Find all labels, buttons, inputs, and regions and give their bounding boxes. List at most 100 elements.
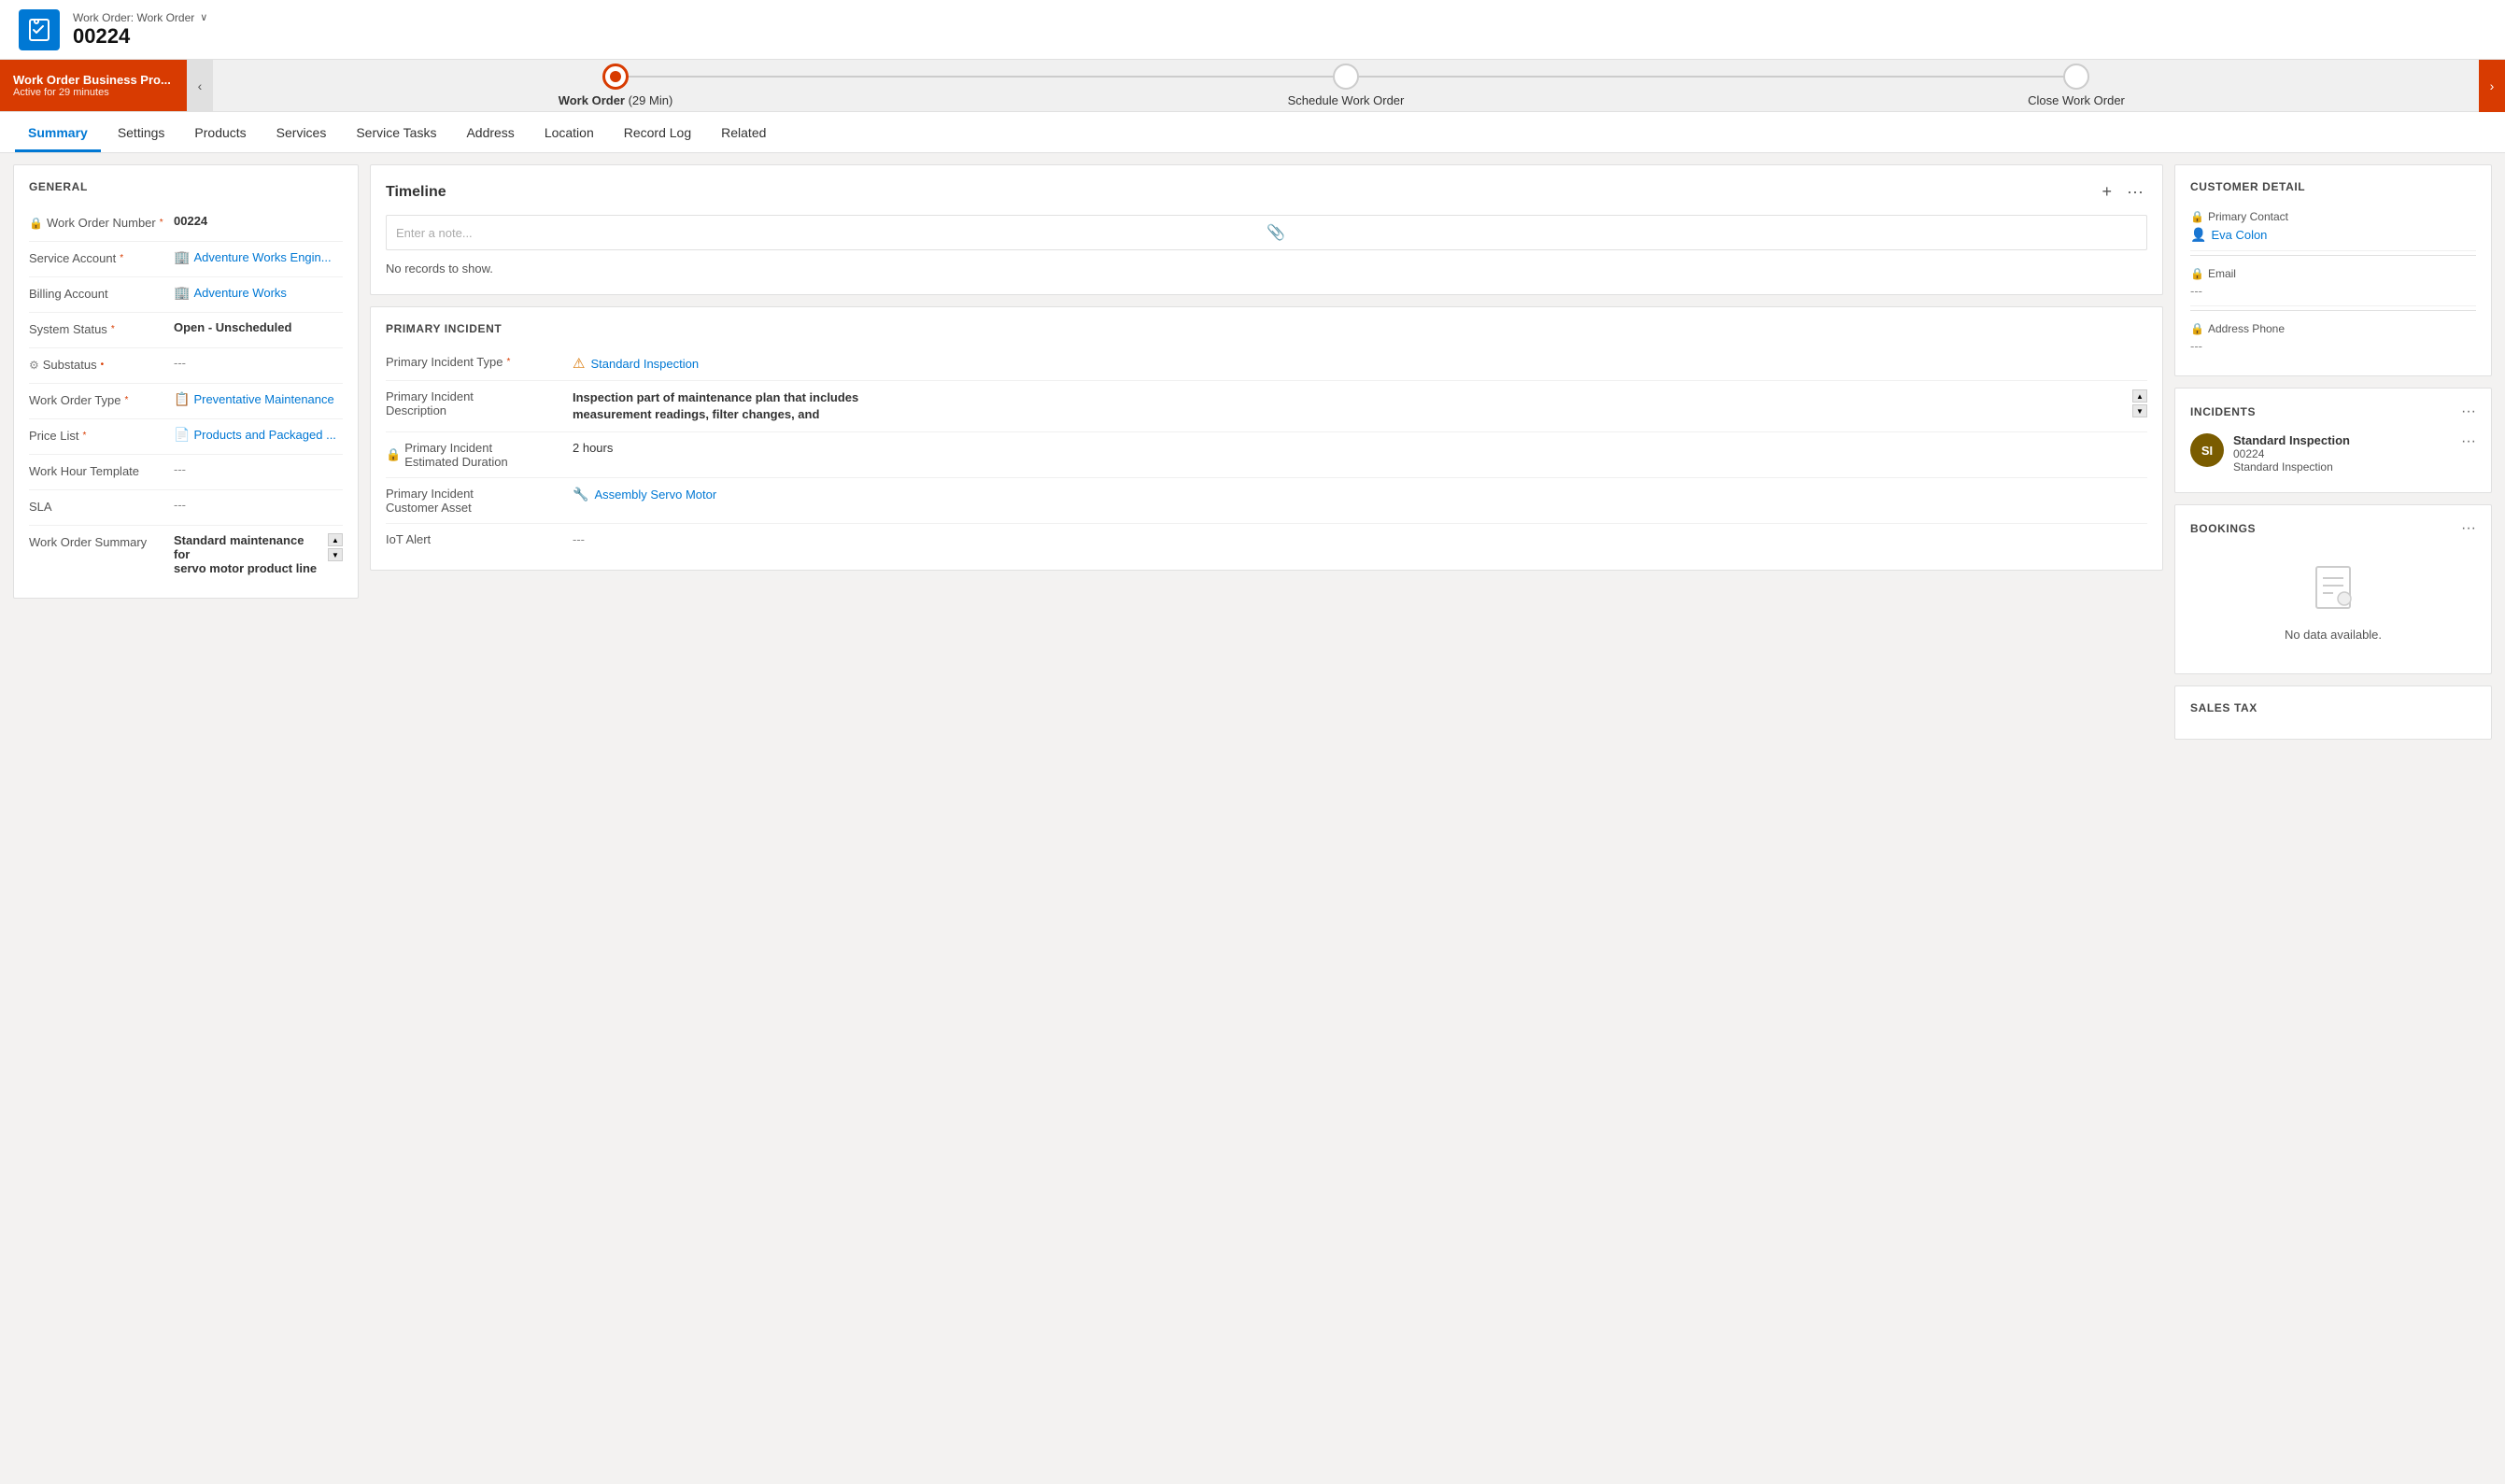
timeline-add-button[interactable]: + — [2099, 180, 2116, 204]
primary-incident-card: PRIMARY INCIDENT Primary Incident Type *… — [370, 306, 2163, 571]
incident-avatar-initials: SI — [2201, 444, 2213, 458]
timeline-input-placeholder: Enter a note... — [396, 226, 1267, 240]
summary-scroll-down[interactable]: ▼ — [328, 548, 343, 561]
step-dot-3 — [2063, 64, 2089, 90]
field-sla: SLA --- — [29, 490, 343, 526]
incident-row-type: Primary Incident Type * ⚠ Standard Inspe… — [386, 346, 2147, 381]
field-value-billing-account[interactable]: 🏢 Adventure Works — [174, 285, 343, 301]
header-title-area: Work Order: Work Order ∨ 00224 — [73, 11, 207, 49]
contact-icon: 👤 — [2190, 227, 2206, 243]
attach-icon: 📎 — [1267, 223, 2137, 242]
process-step-schedule[interactable]: Schedule Work Order — [981, 64, 1711, 107]
process-bar: Work Order Business Pro... Active for 29… — [0, 60, 2505, 112]
process-step-close[interactable]: Close Work Order — [1711, 64, 2441, 107]
field-label-substatus: ⚙ Substatus • — [29, 356, 174, 372]
customer-value-phone: --- — [2190, 339, 2476, 353]
customer-field-phone: 🔒 Address Phone --- — [2190, 315, 2476, 360]
field-work-order-number: 🔒 Work Order Number * 00224 — [29, 206, 343, 242]
customer-label-phone: 🔒 Address Phone — [2190, 322, 2476, 335]
field-value-work-order-type[interactable]: 📋 Preventative Maintenance — [174, 391, 343, 407]
bookings-card: BOOKINGS ··· No data available. — [2174, 504, 2492, 674]
field-value-work-order-summary: Standard maintenance forservo motor prod… — [174, 533, 320, 575]
service-account-icon: 🏢 — [174, 249, 190, 265]
incidents-more-button[interactable]: ··· — [2461, 403, 2476, 420]
billing-account-text: Adventure Works — [193, 286, 286, 300]
app-header: Work Order: Work Order ∨ 00224 — [0, 0, 2505, 60]
bookings-header: BOOKINGS ··· — [2190, 520, 2476, 537]
field-service-account: Service Account * 🏢 Adventure Works Engi… — [29, 242, 343, 277]
incident-item-info: Standard Inspection 00224 Standard Inspe… — [2233, 433, 2452, 473]
field-substatus: ⚙ Substatus • --- — [29, 348, 343, 384]
description-scroll-down[interactable]: ▼ — [2132, 404, 2147, 417]
field-work-order-summary: Work Order Summary Standard maintenance … — [29, 526, 343, 583]
header-chevron[interactable]: ∨ — [200, 11, 207, 23]
general-title: GENERAL — [29, 180, 343, 193]
tab-address[interactable]: Address — [453, 116, 527, 152]
incident-row-iot: IoT Alert --- — [386, 524, 2147, 555]
incidents-header: INCIDENTS ··· — [2190, 403, 2476, 420]
summary-scroll-buttons: ▲ ▼ — [328, 533, 343, 561]
field-value-price-list[interactable]: 📄 Products and Packaged ... — [174, 427, 343, 443]
timeline-actions: + ··· — [2099, 180, 2148, 204]
incident-item-more-button[interactable]: ··· — [2461, 433, 2476, 450]
process-steps: Work Order (29 Min) Schedule Work Order … — [213, 64, 2479, 107]
sales-tax-card: SALES TAX — [2174, 685, 2492, 740]
field-value-work-order-number: 00224 — [174, 214, 343, 228]
general-panel: GENERAL 🔒 Work Order Number * 00224 Serv… — [13, 164, 359, 599]
main-content: GENERAL 🔒 Work Order Number * 00224 Serv… — [0, 153, 2505, 751]
customer-divider-1 — [2190, 255, 2476, 256]
price-list-icon: 📄 — [174, 427, 190, 443]
warning-icon: ⚠ — [573, 355, 585, 372]
step-label-area-1: Work Order (29 Min) — [559, 93, 673, 107]
tab-products[interactable]: Products — [181, 116, 259, 152]
tab-record-log[interactable]: Record Log — [611, 116, 704, 152]
summary-scroll-up[interactable]: ▲ — [328, 533, 343, 546]
field-label-billing-account: Billing Account — [29, 285, 174, 301]
work-order-type-text: Preventative Maintenance — [193, 392, 333, 406]
incident-value-asset[interactable]: 🔧 Assembly Servo Motor — [573, 487, 2147, 502]
timeline-more-button[interactable]: ··· — [2123, 180, 2147, 204]
tab-summary[interactable]: Summary — [15, 116, 101, 152]
step-label-1: Work Order (29 Min) — [559, 93, 673, 107]
step-dot-2 — [1333, 64, 1359, 90]
field-value-service-account[interactable]: 🏢 Adventure Works Engin... — [174, 249, 343, 265]
field-work-order-type: Work Order Type * 📋 Preventative Mainten… — [29, 384, 343, 419]
lock-icon-phone: 🔒 — [2190, 322, 2204, 335]
customer-value-contact[interactable]: 👤 Eva Colon — [2190, 227, 2476, 243]
app-icon — [19, 9, 60, 50]
field-value-sla: --- — [174, 498, 343, 512]
tab-location[interactable]: Location — [531, 116, 607, 152]
incident-row-asset: Primary IncidentCustomer Asset 🔧 Assembl… — [386, 478, 2147, 524]
timeline-empty-text: No records to show. — [386, 258, 2147, 279]
incident-value-duration: 2 hours — [573, 441, 2147, 455]
process-stage-active[interactable]: Work Order Business Pro... Active for 29… — [0, 60, 187, 111]
process-step-work-order[interactable]: Work Order (29 Min) — [250, 64, 981, 107]
no-data-icon — [2311, 563, 2356, 620]
process-title: Work Order Business Pro... — [13, 73, 174, 87]
incident-label-asset: Primary IncidentCustomer Asset — [386, 487, 573, 515]
field-label-work-order-summary: Work Order Summary — [29, 533, 174, 549]
price-list-text: Products and Packaged ... — [193, 428, 335, 442]
timeline-input-area[interactable]: Enter a note... 📎 — [386, 215, 2147, 250]
process-nav-left[interactable]: ‹ — [187, 60, 213, 112]
middle-panel: Timeline + ··· Enter a note... 📎 No reco… — [370, 164, 2163, 571]
tab-settings[interactable]: Settings — [105, 116, 178, 152]
timeline-card: Timeline + ··· Enter a note... 📎 No reco… — [370, 164, 2163, 295]
incident-item-number: 00224 — [2233, 447, 2452, 460]
field-billing-account: Billing Account 🏢 Adventure Works — [29, 277, 343, 313]
field-value-substatus: --- — [174, 356, 343, 370]
tab-services[interactable]: Services — [263, 116, 340, 152]
field-value-system-status: Open - Unscheduled — [174, 320, 343, 334]
customer-label-email: 🔒 Email — [2190, 267, 2476, 280]
process-nav-right[interactable]: › — [2479, 60, 2505, 112]
tab-service-tasks[interactable]: Service Tasks — [343, 116, 449, 152]
incident-list-item: SI Standard Inspection 00224 Standard In… — [2190, 430, 2476, 477]
field-price-list: Price List * 📄 Products and Packaged ... — [29, 419, 343, 455]
incident-value-type[interactable]: ⚠ Standard Inspection — [573, 355, 2147, 372]
bookings-more-button[interactable]: ··· — [2461, 520, 2476, 537]
general-card: GENERAL 🔒 Work Order Number * 00224 Serv… — [13, 164, 359, 599]
field-system-status: System Status * Open - Unscheduled — [29, 313, 343, 348]
description-scroll-up[interactable]: ▲ — [2132, 389, 2147, 403]
sales-tax-title: SALES TAX — [2190, 701, 2476, 714]
tab-related[interactable]: Related — [708, 116, 779, 152]
